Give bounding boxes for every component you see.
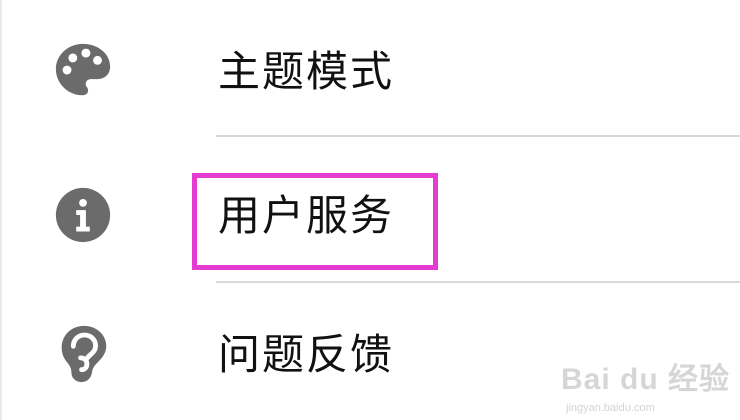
- menu-item-label: 主题模式: [218, 47, 395, 96]
- menu-item-label: 问题反馈: [218, 330, 395, 379]
- watermark-url: jingyan.baidu.com: [566, 402, 655, 414]
- highlight-annotation-box: [192, 173, 438, 270]
- menu-item-theme-mode[interactable]: 主题模式: [0, 0, 740, 140]
- settings-menu-page: 主题模式 用户服务 问题反馈 Bai du 经验 jingyan.baidu.c…: [0, 0, 740, 420]
- watermark-brand: Bai du 经验: [560, 363, 730, 396]
- menu-divider: [216, 135, 740, 137]
- info-icon: [52, 184, 114, 246]
- palette-icon: [52, 40, 114, 102]
- ear-icon: [52, 323, 114, 385]
- baidu-jingyan-watermark: Bai du 经验 jingyan.baidu.com: [550, 354, 730, 414]
